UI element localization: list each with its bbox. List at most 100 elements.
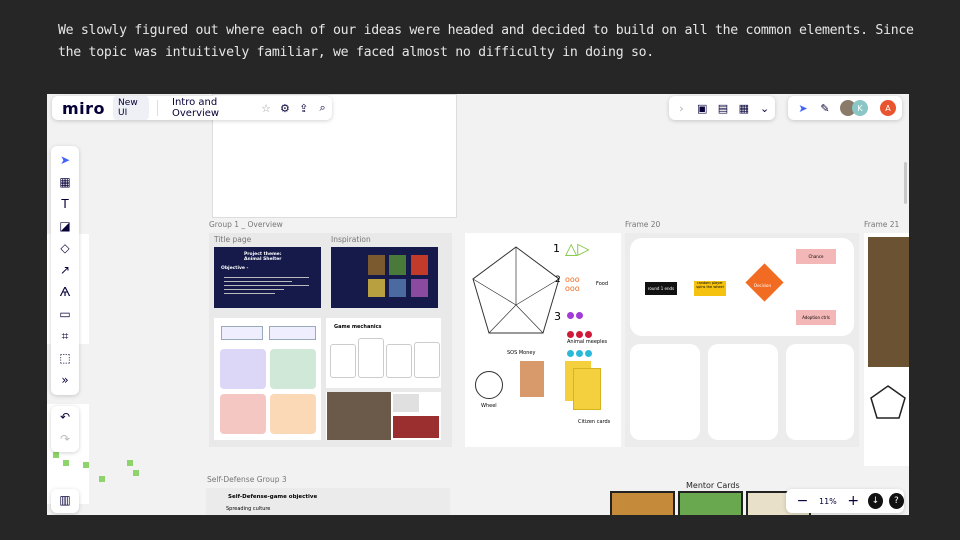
self-defense-title: Self-Defense-game objective [228,494,318,500]
undo-redo-toolbar: ↶ ↷ [51,406,79,452]
peach-sticky [270,394,316,434]
title-slide[interactable]: Project theme: Animal Shelter Objective … [214,247,321,308]
chance-box: Chance [796,249,836,264]
more-tools-icon[interactable]: » [51,369,79,391]
pentagon-board-icon [472,246,560,334]
connector-tool-icon[interactable]: ↗ [51,259,79,281]
help-icon[interactable]: ? [888,493,904,509]
pen-tool-icon[interactable]: Ѧ [51,281,79,303]
self-defense-label: Self-Defense Group 3 [207,475,287,484]
caption: We slowly figured out where each of our … [58,23,914,60]
miro-logo[interactable]: miro [62,99,105,118]
cursor-icon[interactable]: ➤ [794,99,812,117]
zoom-out-button[interactable]: − [794,492,811,510]
zoom-in-button[interactable]: + [845,492,862,510]
flow-panel: round 1 ends random player spins the whe… [630,238,854,336]
photos-slide[interactable] [326,392,441,440]
dice-photo [393,394,419,412]
game-mechanics-slide[interactable]: Game mechanics [326,318,441,388]
food-tokens-icon: ooo ooo [565,275,580,293]
select-tool-icon[interactable]: ➤ [51,149,79,171]
triangle-tokens-icon: △▷ [565,239,590,258]
rules-card-1 [630,344,700,440]
group1-label: Group 1 _ Overview [209,220,283,229]
frame20-label: Frame 20 [625,220,661,229]
mentor-cards-label: Mentor Cards [686,481,740,490]
mechanic-card-2 [358,338,384,378]
inspiration-label: Inspiration [331,235,371,244]
label-3: 3 [554,310,561,323]
mechanic-card-1 [330,344,356,378]
title-slide-lines [224,274,309,297]
avatar-k[interactable]: K [852,100,868,116]
decision-label: Decision [754,283,772,288]
title-slide-heading: Project theme: Animal Shelter [244,252,282,262]
shapes-tool-icon[interactable]: ◇ [51,237,79,259]
pink-sticky [220,394,266,434]
sticky-note-tool-icon[interactable]: ◪ [51,215,79,237]
zoom-level[interactable]: 11% [819,497,837,506]
panel-toggle: ▥ [51,489,79,513]
frame20[interactable]: round 1 ends random player spins the whe… [625,233,859,447]
settings-icon[interactable]: ⚙ [278,99,293,117]
share-icon[interactable]: ⇪ [296,99,311,117]
frame21-label: Frame 21 [864,220,900,229]
spin-box: random player spins the wheel [694,281,726,296]
chevron-right-icon[interactable]: › [673,99,690,117]
title-page-label: Title page [214,235,252,244]
present-icon[interactable]: ▣ [694,99,711,117]
collab-toolbar: › ▣ ▤ ▦ ⌄ [669,96,775,120]
animal-meeples-label: Animal meeples [567,339,608,345]
lilac-sticky [220,349,266,389]
miro-board-canvas[interactable]: Group 1 _ Overview Title page Inspiratio… [47,94,909,515]
reactions-icon[interactable]: ✎ [816,99,834,117]
share-toolbar: ➤ ✎ K A [788,96,902,120]
new-ui-badge[interactable]: New UI [113,96,150,120]
game-box-6 [411,279,428,297]
undo-icon[interactable]: ↶ [51,406,79,428]
citizen-cards-label: Citizen cards [578,419,611,425]
avatar-a[interactable]: A [880,100,896,116]
notes-icon[interactable]: ▦ [735,99,752,117]
game-box-1 [368,255,385,275]
comment-tool-icon[interactable]: ▭ [51,303,79,325]
zoom-controls: − 11% + ↓ ? [786,489,904,513]
game-box-3 [411,255,428,275]
more-icon[interactable]: ⌄ [756,99,773,117]
self-defense-frame[interactable]: Self-Defense-game objective Spreading cu… [206,488,450,515]
mentor-card-2 [678,491,743,515]
vertical-scrollbar[interactable] [904,162,907,204]
inspiration-slide[interactable] [331,247,438,308]
frame-tool-icon[interactable]: ▦ [51,171,79,193]
comments-icon[interactable]: ▤ [715,99,732,117]
pentagon-outline-icon [870,385,906,419]
fit-to-screen-icon[interactable]: ↓ [867,493,883,509]
text-tool-icon[interactable]: T [51,193,79,215]
mechanic-card-3 [386,344,412,378]
overall-mechanics-slide[interactable] [214,318,321,440]
green-sticky [270,349,316,389]
star-icon[interactable]: ☆ [259,99,274,117]
box-photo [393,416,439,438]
crop-tool-icon[interactable]: ⌗ [51,325,79,347]
search-icon[interactable]: ⌕ [315,99,330,117]
adoption-box: Adoption ctrls [796,310,836,325]
board-title[interactable]: Intro and Overview [172,97,251,119]
redo-icon[interactable]: ↷ [51,428,79,450]
citizen-card-2 [573,368,601,410]
round-ends-box: round 1 ends [645,282,677,295]
frame21[interactable] [864,233,909,466]
header-divider [157,100,159,116]
upload-tool-icon[interactable]: ⬚ [51,347,79,369]
green-sticky-cluster [53,452,153,492]
sos-money-label: SOS Money [507,350,536,356]
wheel-icon [475,371,503,399]
mechanic-card-4 [414,342,440,378]
sidebar-panel-icon[interactable]: ▥ [51,489,79,511]
board-photo [327,392,391,440]
mechanics-header-box-2 [269,326,316,340]
board-game-photo [868,237,909,367]
pentagon-frame[interactable]: SOS Money 1 △▷ 2 ooo ooo Food 3 Animal me… [465,233,621,447]
wheel-label: Wheel [481,403,497,409]
mentor-card-1 [610,491,675,515]
